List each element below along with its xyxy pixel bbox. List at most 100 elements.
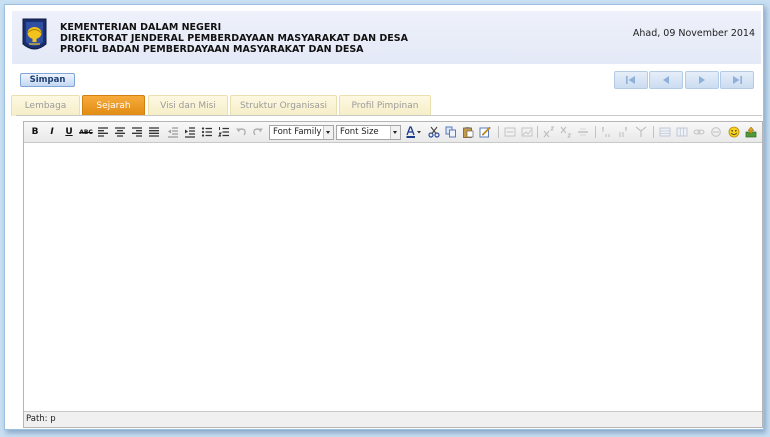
tab-struktur-organisasi[interactable]: Struktur Organisasi <box>230 95 337 116</box>
tab-sejarah[interactable]: Sejarah <box>82 95 145 116</box>
table-properties-button[interactable] <box>675 125 689 139</box>
emoticon-button[interactable] <box>727 125 741 139</box>
editor-content-area[interactable] <box>24 143 762 411</box>
table-row-after-button[interactable] <box>617 125 631 139</box>
last-record-icon <box>733 76 742 84</box>
app-window: KEMENTERIAN DALAM NEGERI DIREKTORAT JEND… <box>4 4 764 430</box>
insert-link-button[interactable] <box>692 125 706 139</box>
tab-visi-dan-misi[interactable]: Visi dan Misi <box>148 95 228 116</box>
font-size-select[interactable]: Font Size <box>336 125 401 140</box>
table-row-after-disabled-icon <box>619 127 627 137</box>
superscript-disabled-icon <box>543 126 555 138</box>
garuda-emblem-icon <box>21 18 48 54</box>
image-upload-icon <box>745 126 757 138</box>
first-record-icon <box>626 76 635 84</box>
table-row-before-button[interactable] <box>600 125 614 139</box>
align-left-button[interactable] <box>96 125 110 139</box>
previous-record-button[interactable] <box>649 71 683 89</box>
toolbar-separator <box>498 126 499 138</box>
indent-button[interactable] <box>183 125 197 139</box>
text-color-button[interactable] <box>404 125 424 139</box>
next-record-icon <box>699 76 705 84</box>
outdent-icon <box>168 127 178 138</box>
toolbar-separator <box>537 126 538 138</box>
bullet-list-button[interactable] <box>200 125 214 139</box>
superscript-button[interactable] <box>542 125 556 139</box>
redo-icon <box>253 128 263 136</box>
table-properties-disabled-icon <box>676 127 688 137</box>
copy-icon <box>445 126 456 138</box>
first-record-button[interactable] <box>614 71 648 89</box>
numbered-list-icon <box>218 127 229 137</box>
font-family-select[interactable]: Font Family <box>269 125 334 140</box>
cut-button[interactable] <box>427 125 441 139</box>
paste-button[interactable] <box>461 125 475 139</box>
horizontal-rule-disabled-icon <box>578 128 588 136</box>
insert-media-button[interactable] <box>744 125 758 139</box>
smiley-icon <box>728 126 740 138</box>
edit-document-icon <box>479 126 491 138</box>
font-size-value: Font Size <box>340 127 379 137</box>
edit-html-button[interactable] <box>478 125 492 139</box>
org-profile: PROFIL BADAN PEMBERDAYAAN MASYARAKAT DAN… <box>60 44 364 55</box>
chevron-down-icon <box>390 126 400 139</box>
align-right-icon <box>132 127 142 137</box>
table-merge-disabled-icon <box>635 126 647 137</box>
organization-title: KEMENTERIAN DALAM NEGERI DIREKTORAT JEND… <box>60 22 408 55</box>
copy-button[interactable] <box>444 125 458 139</box>
image-disabled-icon <box>521 127 533 137</box>
strikethrough-button[interactable]: ABC <box>79 125 93 139</box>
redo-button[interactable] <box>251 125 265 139</box>
text-color-icon <box>406 126 421 138</box>
align-justify-icon <box>149 127 159 137</box>
align-right-button[interactable] <box>130 125 144 139</box>
org-directorate: DIREKTORAT JENDERAL PEMBERDAYAAN MASYARA… <box>60 33 408 44</box>
previous-record-icon <box>663 76 669 84</box>
align-center-icon <box>115 127 125 137</box>
table-disabled-icon <box>659 127 671 137</box>
unlink-button[interactable] <box>709 125 723 139</box>
align-justify-button[interactable] <box>147 125 161 139</box>
last-record-button[interactable] <box>720 71 754 89</box>
editor-status-bar: Path: p <box>24 411 762 427</box>
table-row-disabled-icon <box>602 127 610 137</box>
align-center-button[interactable] <box>113 125 127 139</box>
insert-image-button[interactable] <box>520 125 534 139</box>
insert-table-button[interactable] <box>658 125 672 139</box>
toolbar-separator <box>653 126 654 138</box>
org-ministry: KEMENTERIAN DALAM NEGERI <box>60 22 222 33</box>
subscript-button[interactable] <box>559 125 573 139</box>
font-family-value: Font Family <box>273 127 322 137</box>
undo-icon <box>236 128 246 136</box>
paste-icon <box>463 127 474 138</box>
italic-button[interactable]: I <box>45 125 59 139</box>
indent-icon <box>185 127 195 138</box>
unlink-disabled-icon <box>711 127 721 137</box>
numbered-list-button[interactable] <box>217 125 231 139</box>
page-header: KEMENTERIAN DALAM NEGERI DIREKTORAT JEND… <box>12 11 761 64</box>
align-left-icon <box>98 127 108 137</box>
chevron-down-icon <box>323 126 333 139</box>
scissors-icon <box>428 126 440 138</box>
outdent-button[interactable] <box>166 125 180 139</box>
toolbar-separator <box>595 126 596 138</box>
rich-text-editor: B I U ABC Font Family Font Size Path: p <box>23 121 763 428</box>
current-date: Ahad, 09 November 2014 <box>632 28 755 39</box>
horizontal-rule-button[interactable] <box>576 125 590 139</box>
next-record-button[interactable] <box>685 71 719 89</box>
insert-anchor-button[interactable] <box>503 125 517 139</box>
bold-button[interactable]: B <box>28 125 42 139</box>
table-merge-button[interactable] <box>634 125 648 139</box>
editor-toolbar: B I U ABC Font Family Font Size <box>24 122 762 143</box>
link-disabled-icon <box>693 129 705 135</box>
bullet-list-icon <box>201 127 212 137</box>
underline-button[interactable]: U <box>62 125 76 139</box>
tab-lembaga[interactable]: Lembaga <box>11 95 80 116</box>
undo-button[interactable] <box>234 125 248 139</box>
subscript-disabled-icon <box>560 126 572 138</box>
tab-profil-pimpinan[interactable]: Profil Pimpinan <box>339 95 431 116</box>
tab-divider <box>16 115 762 116</box>
anchor-disabled-icon <box>504 127 516 137</box>
save-button[interactable]: Simpan <box>20 73 75 87</box>
element-path: Path: p <box>26 414 56 424</box>
